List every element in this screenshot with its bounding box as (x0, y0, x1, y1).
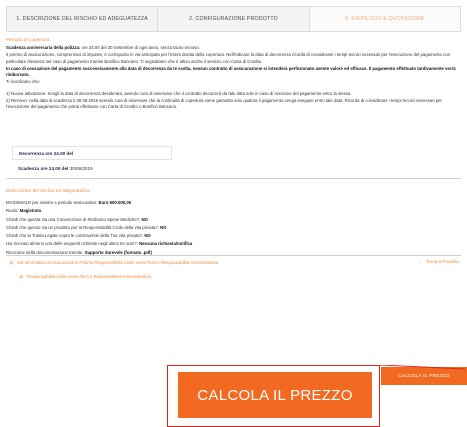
step-description[interactable]: 1. DESCRIZIONE DEL RISCHIO ED ADEGUATEZZ… (7, 7, 159, 31)
doc-link-liability[interactable]: Responsabilità Civile verso Terzi e Resp… (18, 273, 151, 279)
divider (6, 255, 461, 256)
reminder-intro: Ti ricordiamo che: (6, 79, 40, 85)
scadenza-line: Scadenza ore 24.00 del 30/09/2019 (18, 166, 93, 171)
summary-list: MASSIMALE per sinistro e periodo assicur… (6, 199, 461, 257)
back-to-product-label: Torna al Prodotto (426, 259, 459, 264)
summary-row: Chiedi che questa sia una Convenzione di… (6, 216, 148, 222)
coverage-title: Periodo di copertura (6, 37, 50, 42)
summary-row: Ruolo: Magistrato (6, 208, 42, 214)
new-activation-text: 1) Nuova attivazione: Scegli la data di … (6, 90, 352, 96)
expiry-heading: Scadenza anniversaria della polizza: (6, 45, 81, 50)
attachment-icon (9, 260, 14, 265)
zoomed-calculate-price-button[interactable]: CALCOLA IL PREZZO (178, 372, 372, 418)
doc-link-liability-label: Responsabilità Civile verso Terzi e Resp… (27, 273, 151, 279)
decorrenza-field[interactable]: Decorrenza ore 24.00 del (12, 146, 172, 160)
summary-row: Chiedi che la Tutela Legale copra le con… (6, 233, 151, 239)
doc-link-info-set-label: Set Informativo di Assicurazione Polizza… (17, 259, 219, 265)
attachment-icon (19, 274, 24, 279)
arrow-left-icon: ← (417, 259, 423, 264)
scadenza-label: Scadenza ore 24.00 del (18, 166, 69, 171)
wizard-steps: 1. DESCRIZIONE DEL RISCHIO ED ADEGUATEZZ… (6, 6, 461, 32)
coverage-text: Scadenza anniversaria della polizza: ore… (6, 45, 461, 112)
summary-row: Hai ricevuto almeno una delle seguenti r… (6, 241, 193, 247)
summary-row: Chiedi che questo sia un prodotto per la… (6, 224, 167, 230)
decorrenza-label: Decorrenza ore 24.00 del (19, 150, 74, 156)
back-to-product-link[interactable]: ← Torna al Prodotto (418, 259, 459, 264)
expiry-text: ore 24:00 del 30 Settembre di ogni anno,… (80, 45, 200, 50)
divider (6, 178, 461, 179)
step-configuration[interactable]: 2. CONFIGURAZIONE PRODOTTO (158, 7, 310, 31)
scadenza-value: 30/09/2019 (69, 166, 93, 171)
doc-link-info-set[interactable]: Set Informativo di Assicurazione Polizza… (8, 259, 218, 265)
premium-text: Il premio di assicurazione, comprensivo … (6, 52, 451, 64)
renewal-text: 2) Rinnovo: nella data di scadenza ti 30… (6, 98, 442, 110)
zoomed-calculate-price-label: CALCOLA IL PREZZO (197, 386, 353, 404)
payment-warning: In caso di cessazione del pagamento succ… (6, 65, 456, 78)
summary-title: Descrizione del rischio ed adeguatezza (6, 188, 90, 193)
callout-line-right (379, 365, 466, 370)
summary-row: MASSIMALE per sinistro e periodo assicur… (6, 200, 132, 205)
step-summary[interactable]: 3. RIEPILOGO E QUOTAZIONE (309, 7, 460, 31)
